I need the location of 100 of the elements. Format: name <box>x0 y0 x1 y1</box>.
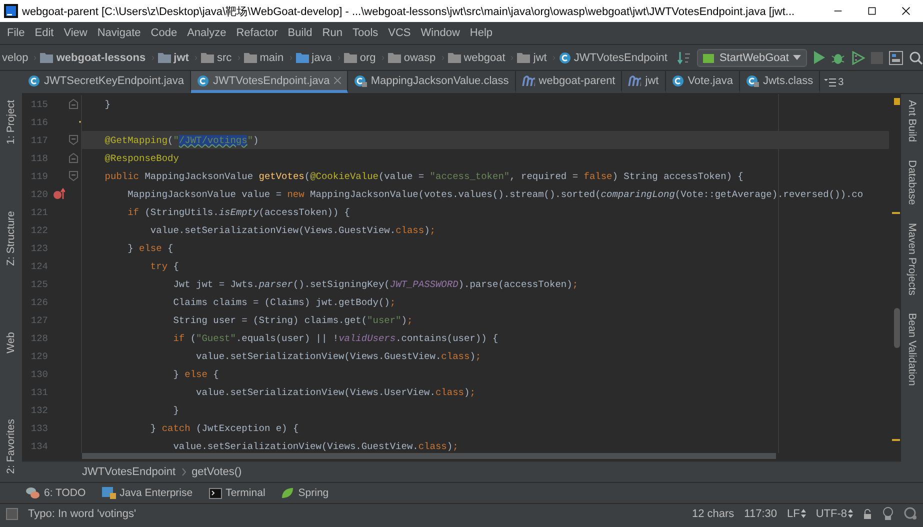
maven-icon <box>522 75 535 86</box>
lock-icon[interactable] <box>863 508 872 518</box>
fold-icon[interactable] <box>69 135 78 145</box>
breadcrumb-item[interactable]: JWTVotesEndpoint <box>82 466 176 478</box>
menu-item[interactable]: Edit <box>30 27 59 39</box>
class-icon <box>558 52 571 64</box>
path-item[interactable]: owasp <box>386 52 440 64</box>
line-number: 119 <box>30 170 49 182</box>
app-config-icon <box>703 52 716 64</box>
code-line: try { <box>149 260 180 274</box>
scrollbar-thumb[interactable] <box>82 453 776 459</box>
panel-toggle-icon[interactable] <box>6 508 18 520</box>
enterprise-icon <box>102 487 116 499</box>
editor-tab[interactable]: Vote.java <box>666 71 740 93</box>
line-number: 122 <box>30 224 49 236</box>
event-log-icon[interactable] <box>904 507 917 520</box>
path-item[interactable]: jwt <box>515 52 551 64</box>
menu-item[interactable]: VCS <box>383 27 416 39</box>
tool-window-tab[interactable]: Web <box>5 332 17 353</box>
error-stripe-marker[interactable] <box>892 439 900 441</box>
tool-window-button[interactable]: 6: TODO <box>26 487 86 499</box>
tool-window-button[interactable]: Spring <box>281 487 329 499</box>
status-text: 12 chars <box>692 508 734 520</box>
menu-item[interactable]: Help <box>464 27 498 39</box>
tool-window-tab[interactable]: Bean Validation <box>906 313 918 386</box>
tool-window-button[interactable]: Java Enterprise <box>102 487 193 499</box>
coverage-icon[interactable] <box>850 50 865 64</box>
tool-window-tab[interactable]: Database <box>906 160 918 205</box>
maven-icon <box>628 75 642 86</box>
menu-item[interactable]: Navigate <box>92 27 146 39</box>
tool-window-tab[interactable]: Z: Structure <box>5 210 17 266</box>
breadcrumb-item[interactable]: getVotes() <box>192 466 242 478</box>
caret-icon <box>792 55 801 60</box>
class-icon <box>28 74 40 86</box>
menu-item[interactable]: Code <box>146 27 182 39</box>
line-number: 117 <box>30 134 49 146</box>
code-line: if (StringUtils.isEmpty(accessToken)) { <box>126 206 351 220</box>
path-item[interactable]: JWTVotesEndpoint <box>556 52 672 64</box>
path-item[interactable]: java <box>294 52 336 64</box>
editor-tab[interactable]: JWTVotesEndpoint.java <box>191 71 348 93</box>
code-line: String user = (String) claims.get("user"); <box>172 314 414 328</box>
tool-window-button[interactable]: Terminal <box>208 487 266 499</box>
run-config-dropdown[interactable]: StartWebGoat <box>697 48 807 66</box>
code-line: value.setSerializationView(Views.UserView.class); <box>195 386 476 400</box>
line-number: 129 <box>30 350 49 362</box>
code-line: value.setSerializationView(Views.GuestView.class); <box>172 440 460 453</box>
editor-tab[interactable]: jwt <box>622 71 666 93</box>
status-selector[interactable]: UTF-8 <box>816 508 853 520</box>
code-line: value.setSerializationView(Views.GuestView.class); <box>195 350 482 364</box>
inspector-head-icon[interactable] <box>882 507 894 520</box>
editor-tab[interactable]: webgoat-parent <box>516 71 622 93</box>
menu-item[interactable]: Tools <box>347 27 384 39</box>
folder-icon <box>158 52 171 63</box>
line-number: 116 <box>30 116 49 128</box>
menu-item[interactable]: Build <box>282 27 318 39</box>
status-message: Typo: In word 'votings' <box>28 508 138 520</box>
status-text: 117:30 <box>744 508 777 520</box>
path-item[interactable]: webgoat <box>446 52 510 64</box>
editor-tab[interactable]: MappingJacksonValue.class <box>348 71 516 93</box>
fold-icon[interactable] <box>69 99 78 109</box>
line-number: 124 <box>30 260 49 272</box>
class-icon <box>197 74 210 86</box>
path-item[interactable]: webgoat-lessons <box>38 52 150 64</box>
path-item[interactable]: org <box>342 52 380 64</box>
fold-icon[interactable] <box>69 153 78 163</box>
tool-window-tab[interactable]: Ant Build <box>906 100 918 142</box>
menu-item[interactable]: File <box>2 27 30 39</box>
code-line: Jwt jwt = Jwts.parser().setSigningKey(JWT_PASSWORD).parse(accessToken); <box>172 278 580 292</box>
menu-item[interactable]: Window <box>416 27 465 39</box>
line-number: 132 <box>30 404 49 416</box>
run-icon[interactable] <box>812 51 825 64</box>
leaf-icon <box>281 487 294 499</box>
sort-icon[interactable] <box>677 50 692 64</box>
folder-icon <box>40 52 54 63</box>
line-number: 128 <box>30 332 49 344</box>
search-icon[interactable] <box>908 50 923 64</box>
menu-item[interactable]: View <box>58 27 92 39</box>
tab-overflow-button[interactable]: 3 <box>820 71 848 93</box>
project-structure-icon[interactable] <box>888 50 903 64</box>
tool-window-tab[interactable]: 2: Favorites <box>5 419 17 474</box>
app-icon <box>4 4 18 18</box>
menu-item[interactable]: Analyze <box>182 27 232 39</box>
editor-tab[interactable]: Jwts.class <box>740 71 820 93</box>
path-item[interactable]: main <box>242 52 288 64</box>
path-item[interactable]: src <box>199 52 236 64</box>
override-icon[interactable] <box>52 188 64 200</box>
warning-marker[interactable] <box>894 98 900 105</box>
path-item[interactable]: jwt <box>156 52 193 64</box>
tool-window-tab[interactable]: Maven Projects <box>906 222 918 296</box>
path-item[interactable]: velop <box>0 52 32 64</box>
line-number: 118 <box>30 152 49 164</box>
fold-icon[interactable] <box>69 171 78 181</box>
status-selector[interactable]: LF <box>786 508 806 520</box>
scrollbar-thumb[interactable] <box>894 308 900 348</box>
tool-window-tab[interactable]: 1: Project <box>5 100 17 144</box>
menu-item[interactable]: Refactor <box>231 27 283 39</box>
class-file-icon <box>354 74 367 86</box>
menu-item[interactable]: Run <box>317 27 348 39</box>
error-stripe-marker[interactable] <box>892 212 900 214</box>
line-number: 131 <box>30 386 49 398</box>
